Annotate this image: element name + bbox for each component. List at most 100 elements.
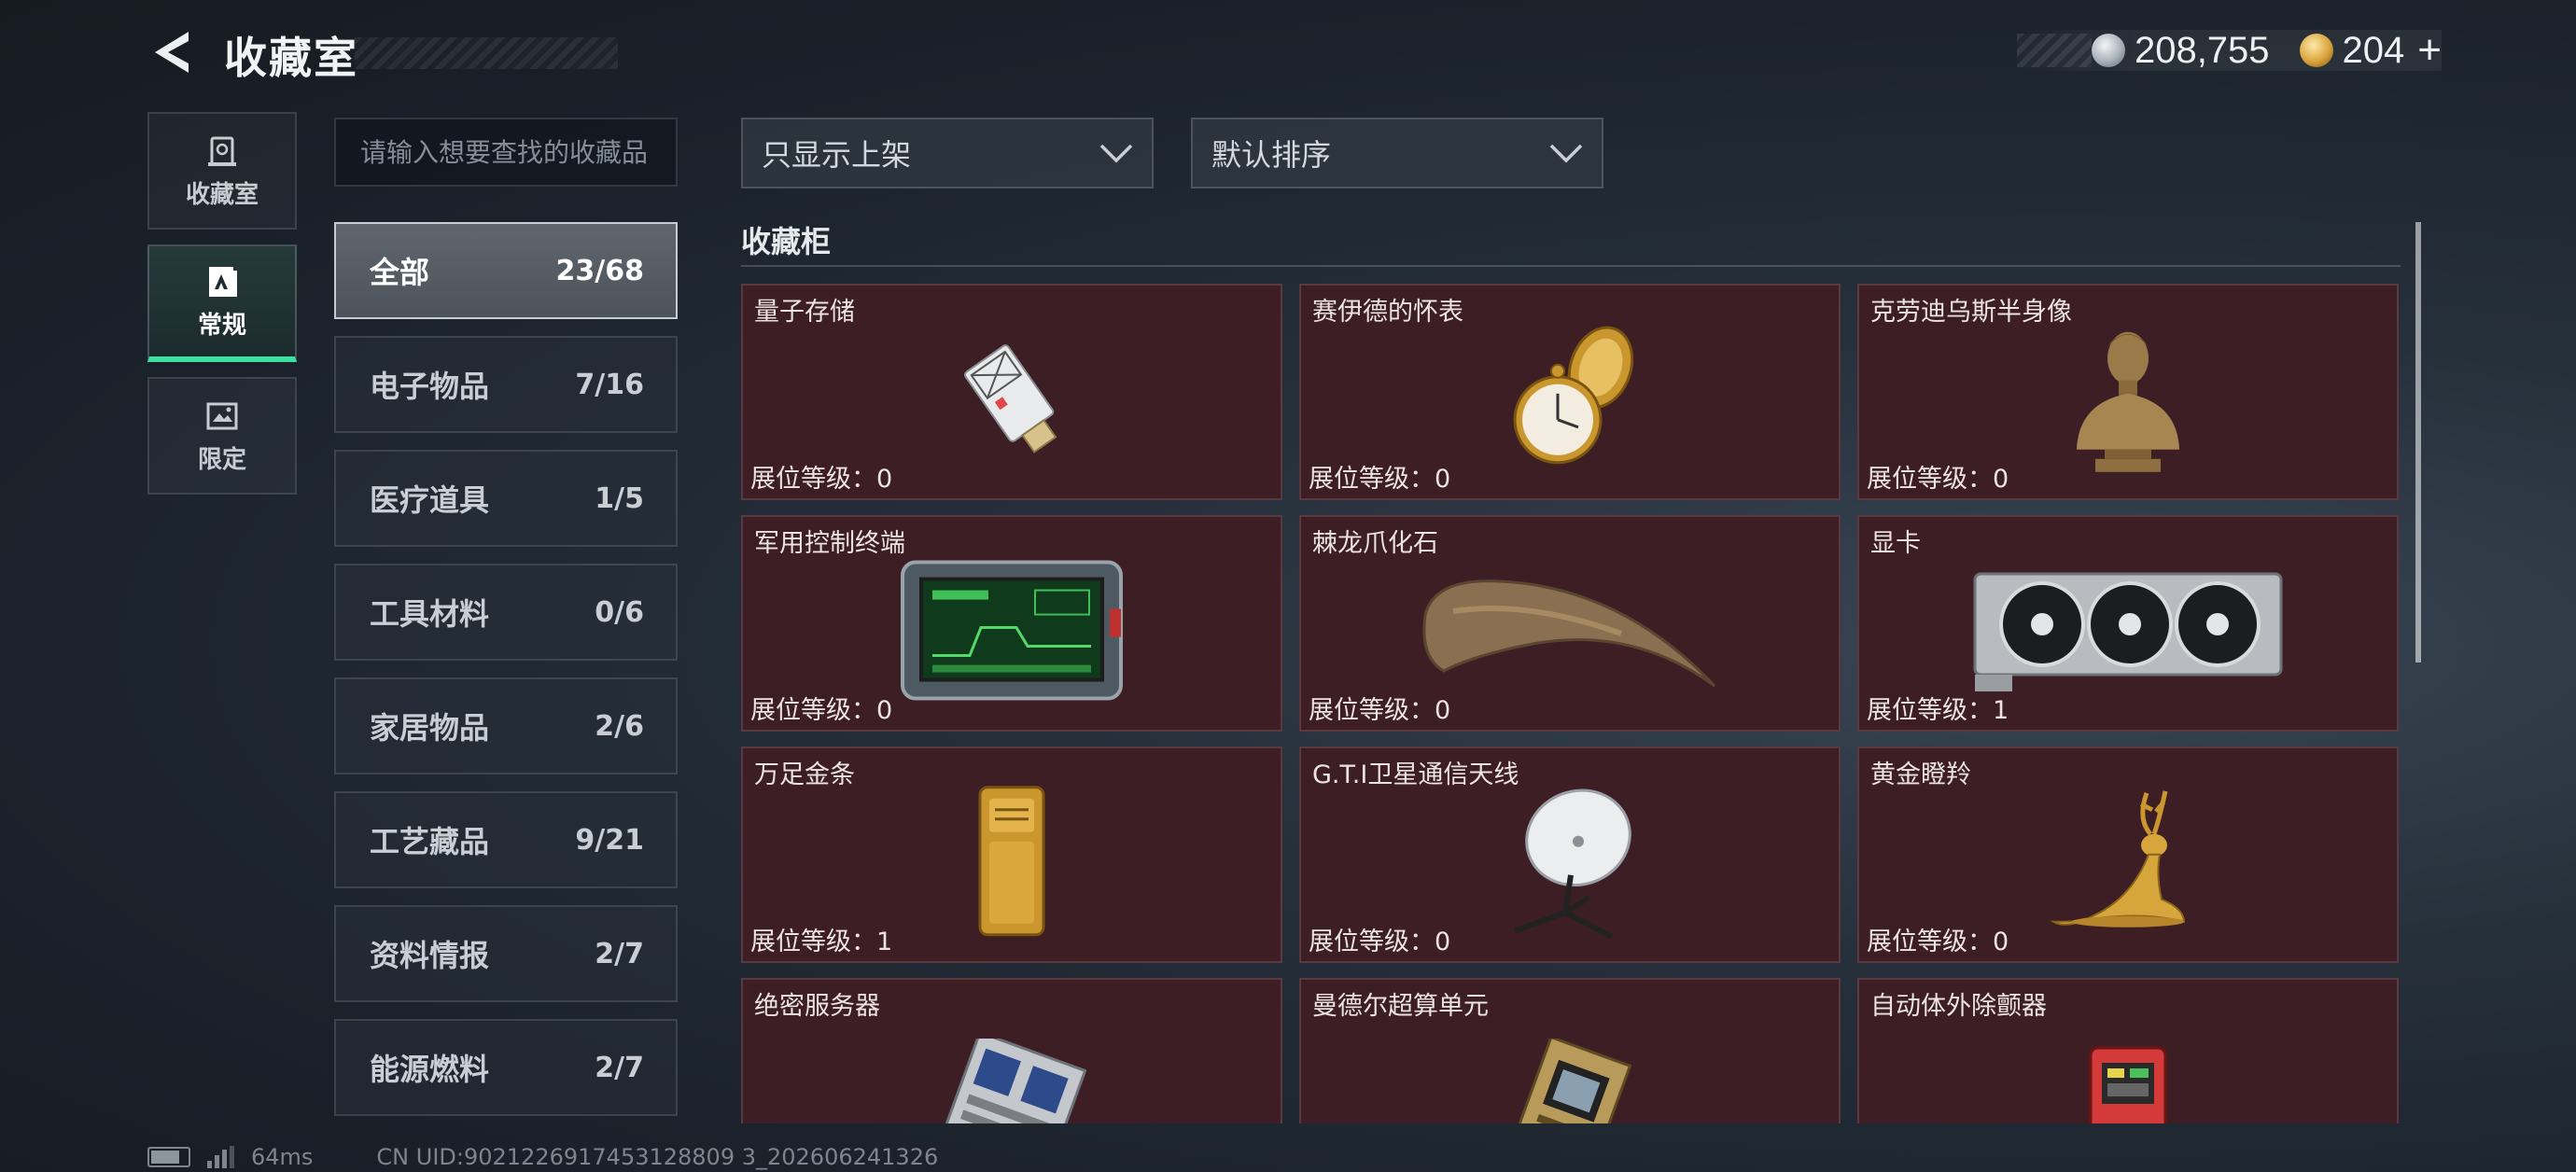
category-name: 工具材料 — [370, 596, 490, 632]
item-level: 展位等级：0 — [1867, 465, 2009, 494]
item-name: 万足金条 — [754, 760, 855, 789]
category-name: 工艺藏品 — [370, 824, 490, 859]
bust-statue-icon — [2077, 331, 2179, 472]
display-filter-dropdown[interactable]: 只显示上架 — [741, 118, 1154, 188]
item-level: 展位等级：0 — [750, 696, 893, 725]
category-count: 23/68 — [555, 254, 644, 287]
category-name: 能源燃料 — [370, 1052, 490, 1087]
category-electronics[interactable]: 电子物品 7/16 — [334, 336, 678, 433]
category-count: 2/6 — [595, 709, 644, 743]
collection-card[interactable]: 曼德尔超算单元 展位等级： — [1299, 978, 1841, 1123]
category-medical[interactable]: 医疗道具 1/5 — [334, 450, 678, 547]
gold-coin-value: 204 — [2342, 29, 2405, 71]
item-name: 量子存储 — [754, 298, 855, 327]
signal-icon — [207, 1146, 234, 1168]
graphics-card-icon — [1973, 572, 2283, 691]
category-household[interactable]: 家居物品 2/6 — [334, 677, 678, 774]
tab-limited[interactable]: 限定 — [147, 377, 297, 495]
item-level: 展位等级：0 — [750, 465, 893, 494]
category-name: 资料情报 — [370, 938, 490, 973]
title-decoration — [355, 37, 618, 69]
category-tools[interactable]: 工具材料 0/6 — [334, 564, 678, 661]
page-title: 收藏室 — [224, 33, 358, 83]
category-count: 1/5 — [595, 481, 644, 515]
regular-icon — [209, 266, 237, 297]
item-level: 展位等级：0 — [1309, 928, 1451, 956]
category-intel[interactable]: 资料情报 2/7 — [334, 905, 678, 1002]
collection-card[interactable]: 自动体外除颤器 展位等级： — [1857, 978, 2399, 1123]
item-name: 曼德尔超算单元 — [1312, 992, 1489, 1021]
search-box[interactable] — [334, 118, 678, 187]
gold-coin-icon — [2299, 34, 2333, 67]
item-level: 展位等级：0 — [1867, 928, 2009, 956]
tab-regular[interactable]: 常规 — [147, 244, 297, 362]
item-name: 自动体外除颤器 — [1870, 992, 2047, 1021]
category-name: 医疗道具 — [370, 482, 490, 518]
item-name: 军用控制终端 — [754, 529, 905, 558]
collection-card[interactable]: 黄金瞪羚 展位等级：0 — [1857, 746, 2399, 963]
category-energy[interactable]: 能源燃料 2/7 — [334, 1019, 678, 1116]
item-level: 展位等级：1 — [750, 928, 893, 956]
collection-card[interactable]: 量子存储 展位等级：0 — [741, 284, 1282, 500]
item-level: 展位等级：0 — [1309, 696, 1451, 725]
category-count: 9/21 — [575, 823, 644, 857]
uid-text: CN UID:9021226917453128809 3_20260624132… — [376, 1144, 939, 1170]
category-name: 家居物品 — [370, 710, 490, 746]
item-name: 赛伊德的怀表 — [1312, 298, 1463, 327]
status-footer: 64ms CN UID:9021226917453128809 3_202606… — [147, 1144, 938, 1170]
tab-label: 常规 — [197, 311, 246, 340]
category-name: 电子物品 — [370, 369, 490, 404]
chevron-down-icon — [1099, 144, 1133, 163]
category-count: 2/7 — [595, 937, 644, 970]
item-name: 绝密服务器 — [754, 992, 880, 1021]
currency-bar: 208,755 204 + — [2016, 27, 2442, 74]
item-name: 克劳迪乌斯半身像 — [1870, 298, 2072, 327]
silver-coin-value: 208,755 — [2134, 29, 2270, 71]
back-arrow-icon[interactable] — [147, 28, 196, 77]
item-level: 展位等级：0 — [1309, 465, 1451, 494]
item-name: 显卡 — [1870, 529, 1921, 558]
section-divider — [741, 265, 2401, 267]
usb-drive-icon — [963, 344, 1057, 453]
item-name: 黄金瞪羚 — [1870, 760, 1971, 789]
collection-card[interactable]: 军用控制终端 展位等级：0 — [741, 515, 1282, 732]
defibrillator-icon — [2089, 1046, 2167, 1123]
pocket-watch-icon — [1513, 326, 1634, 465]
chevron-down-icon — [1549, 144, 1583, 163]
ping-value: 64ms — [251, 1144, 314, 1170]
scrollbar[interactable] — [2415, 222, 2421, 663]
section-title: 收藏柜 — [741, 224, 832, 259]
server-icon — [937, 1039, 1086, 1123]
sort-dropdown[interactable]: 默认排序 — [1191, 118, 1603, 188]
category-count: 0/6 — [595, 595, 644, 629]
category-all[interactable]: 全部 23/68 — [334, 222, 678, 319]
collection-card[interactable]: 显卡 展位等级：1 — [1857, 515, 2399, 732]
collection-card[interactable]: 棘龙爪化石 展位等级：0 — [1299, 515, 1841, 732]
collection-card[interactable]: 绝密服务器 展位等级： — [741, 978, 1282, 1123]
collection-card[interactable]: 赛伊德的怀表 展位等级：0 — [1299, 284, 1841, 500]
item-name: G.T.I卫星通信天线 — [1312, 760, 1519, 789]
tab-label: 限定 — [197, 445, 246, 474]
collection-card[interactable]: 万足金条 展位等级：1 — [741, 746, 1282, 963]
collection-room-icon — [208, 136, 236, 166]
claw-fossil-icon — [1422, 579, 1716, 688]
item-name: 棘龙爪化石 — [1312, 529, 1438, 558]
item-level: 展位等级：1 — [1867, 696, 2009, 725]
search-input[interactable] — [360, 136, 651, 168]
collection-card[interactable]: 克劳迪乌斯半身像 展位等级：0 — [1857, 284, 2399, 500]
limited-icon — [206, 402, 238, 429]
gold-bar-icon — [978, 786, 1045, 937]
sort-label: 默认排序 — [1211, 137, 1332, 173]
military-terminal-icon — [901, 560, 1123, 701]
display-filter-label: 只显示上架 — [762, 137, 912, 173]
tab-collection-room[interactable]: 收藏室 — [147, 112, 297, 230]
tab-label: 收藏室 — [185, 180, 259, 209]
add-currency-button[interactable]: + — [2417, 27, 2442, 74]
category-crafts[interactable]: 工艺藏品 9/21 — [334, 791, 678, 888]
gold-gazelle-icon — [2050, 790, 2186, 928]
collection-card[interactable]: G.T.I卫星通信天线 展位等级：0 — [1299, 746, 1841, 963]
category-name: 全部 — [370, 255, 430, 290]
satellite-dish-icon — [1513, 788, 1631, 940]
silver-coin-icon — [2091, 34, 2125, 67]
supercomputer-unit-icon — [1505, 1039, 1632, 1123]
